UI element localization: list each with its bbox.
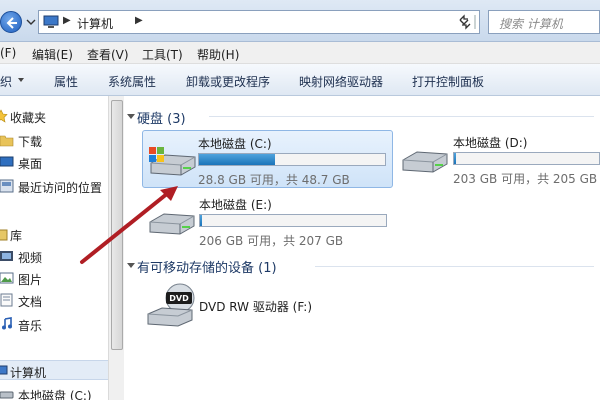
chevron-down-icon bbox=[18, 78, 24, 82]
drive-c-name: 本地磁盘 (C:) bbox=[198, 137, 272, 151]
breadcrumb-separator-icon[interactable]: ▶ bbox=[63, 15, 71, 26]
menu-tools[interactable]: 工具(T) bbox=[142, 46, 183, 63]
system-drive-icon bbox=[149, 147, 196, 176]
nav-local-disk-c[interactable]: 本地磁盘 (C:) bbox=[0, 384, 108, 400]
menu-help[interactable]: 帮助(H) bbox=[197, 46, 239, 63]
drive-d-usage-bar bbox=[453, 152, 600, 165]
nav-music[interactable]: 音乐 bbox=[0, 314, 108, 334]
menu-file[interactable]: (F) bbox=[0, 46, 16, 60]
properties-button[interactable]: 属性 bbox=[54, 73, 78, 90]
content-pane: 硬盘 (3) 本地磁盘 (C:) 28.8 GB 可用，共 48.7 GB 本地… bbox=[125, 96, 600, 400]
nav-favorites[interactable]: 收藏夹 bbox=[0, 106, 108, 126]
group-divider bbox=[209, 116, 594, 117]
map-network-drive-button[interactable]: 映射网络驱动器 bbox=[299, 73, 383, 90]
nav-downloads[interactable]: 下载 bbox=[0, 130, 108, 150]
drive-d-size: 203 GB 可用，共 205 GB bbox=[453, 172, 598, 186]
drive-e-usage-bar bbox=[199, 214, 387, 227]
star-icon bbox=[0, 109, 8, 123]
hard-drive-icon bbox=[0, 391, 14, 399]
dvd-drive-f[interactable]: DVD DVD RW 驱动器 (F:) bbox=[142, 280, 393, 332]
computer-icon bbox=[0, 365, 8, 375]
music-note-icon bbox=[2, 317, 12, 330]
library-icon bbox=[0, 229, 8, 241]
search-placeholder: 搜索 计算机 bbox=[499, 17, 563, 31]
drive-c-usage-bar bbox=[198, 153, 386, 166]
nav-scrollbar[interactable] bbox=[108, 96, 124, 400]
command-bar: 织 属性 系统属性 卸载或更改程序 映射网络驱动器 打开控制面板 bbox=[0, 64, 600, 96]
dvd-drive-icon: DVD bbox=[147, 283, 195, 327]
menu-view[interactable]: 查看(V) bbox=[87, 46, 129, 63]
drive-c[interactable]: 本地磁盘 (C:) 28.8 GB 可用，共 48.7 GB bbox=[142, 130, 393, 188]
picture-icon bbox=[0, 272, 14, 284]
desktop-icon bbox=[0, 156, 14, 167]
drive-c-size: 28.8 GB 可用，共 48.7 GB bbox=[198, 173, 350, 187]
navigation-pane: 收藏夹 下载 桌面 最近访问的位置 库 视频 图片 文档 音乐 计算机 本地磁盘… bbox=[0, 96, 108, 400]
open-control-panel-button[interactable]: 打开控制面板 bbox=[412, 73, 484, 90]
refresh-button[interactable] bbox=[456, 12, 482, 32]
system-properties-button[interactable]: 系统属性 bbox=[108, 73, 156, 90]
address-bar-region: ▶ 计算机 ▶ 搜索 计算机 bbox=[0, 0, 600, 42]
group-divider bbox=[315, 266, 594, 267]
history-dropdown-icon[interactable] bbox=[26, 17, 36, 27]
dvd-label: DVD bbox=[169, 294, 189, 303]
hard-drive-icon bbox=[402, 151, 448, 173]
drive-c-usage-fill bbox=[199, 154, 275, 165]
breadcrumb-computer[interactable]: 计算机 bbox=[77, 15, 113, 32]
drive-e[interactable]: 本地磁盘 (E:) 206 GB 可用，共 207 GB bbox=[142, 192, 393, 250]
drive-e-name: 本地磁盘 (E:) bbox=[199, 198, 272, 212]
back-arrow-icon bbox=[6, 17, 17, 29]
menu-bar: (F) 编辑(E) 查看(V) 工具(T) 帮助(H) bbox=[0, 42, 600, 64]
search-input[interactable]: 搜索 计算机 bbox=[488, 10, 600, 34]
document-icon bbox=[0, 293, 13, 307]
computer-icon bbox=[43, 15, 59, 28]
video-icon bbox=[0, 251, 13, 261]
folder-icon bbox=[0, 135, 14, 147]
nav-pictures[interactable]: 图片 bbox=[0, 268, 108, 288]
drive-d[interactable]: 本地磁盘 (D:) 203 GB 可用，共 205 GB bbox=[397, 130, 600, 188]
address-field[interactable]: ▶ 计算机 ▶ bbox=[38, 10, 480, 34]
drive-e-usage-fill bbox=[200, 215, 202, 226]
nav-documents[interactable]: 文档 bbox=[0, 290, 108, 310]
hard-drive-icon bbox=[149, 213, 195, 235]
drive-e-size: 206 GB 可用，共 207 GB bbox=[199, 234, 344, 248]
drive-d-usage-fill bbox=[454, 153, 456, 164]
back-button[interactable] bbox=[0, 11, 22, 33]
nav-videos[interactable]: 视频 bbox=[0, 246, 108, 266]
nav-desktop[interactable]: 桌面 bbox=[0, 152, 108, 172]
scrollbar-thumb[interactable] bbox=[111, 100, 123, 350]
menu-edit[interactable]: 编辑(E) bbox=[32, 46, 73, 63]
removable-storage-group-header[interactable]: 有可移动存储的设备 (1) bbox=[137, 257, 277, 276]
drive-d-name: 本地磁盘 (D:) bbox=[453, 136, 528, 150]
organize-button[interactable]: 织 bbox=[0, 73, 12, 90]
hard-disks-group-header[interactable]: 硬盘 (3) bbox=[137, 108, 186, 127]
collapse-triangle-icon[interactable] bbox=[127, 112, 135, 120]
dvd-drive-name: DVD RW 驱动器 (F:) bbox=[199, 300, 313, 314]
breadcrumb-separator-icon[interactable]: ▶ bbox=[135, 15, 143, 26]
collapse-triangle-icon[interactable] bbox=[127, 261, 135, 269]
refresh-icon bbox=[459, 14, 476, 30]
recent-places-icon bbox=[0, 179, 14, 193]
nav-libraries[interactable]: 库 bbox=[0, 224, 108, 244]
nav-computer[interactable]: 计算机 bbox=[0, 360, 108, 380]
uninstall-program-button[interactable]: 卸载或更改程序 bbox=[186, 73, 270, 90]
nav-recent-places[interactable]: 最近访问的位置 bbox=[0, 176, 108, 196]
